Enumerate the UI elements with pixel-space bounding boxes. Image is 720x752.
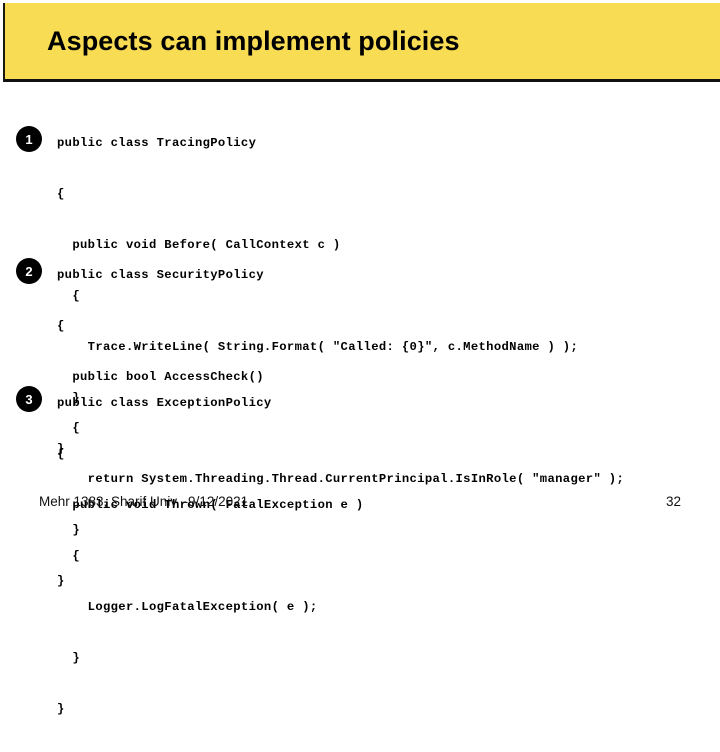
code-line: Logger.LogFatalException( e );: [57, 600, 318, 614]
code-line: public class TracingPolicy: [57, 136, 257, 150]
footer-attribution: Mehr 1383, Sharif Univ. -9/12/2021: [39, 494, 249, 509]
slide-number: 32: [665, 494, 681, 509]
slide-footer: Mehr 1383, Sharif Univ. -9/12/2021 32: [0, 494, 720, 516]
step-badge-1: 1: [16, 126, 42, 152]
page-title: Aspects can implement policies: [47, 25, 460, 56]
code-line: {: [57, 319, 65, 333]
code-line: {: [57, 549, 80, 563]
code-line: {: [57, 187, 65, 201]
step-badge-3: 3: [16, 386, 42, 412]
code-line: public class ExceptionPolicy: [57, 396, 272, 410]
code-listing-area: 1 public class TracingPolicy { public vo…: [0, 84, 720, 716]
code-line: }: [57, 702, 65, 716]
code-line: {: [57, 447, 65, 461]
code-lines-3: public class ExceptionPolicy { public vo…: [57, 361, 364, 752]
title-banner: Aspects can implement policies: [3, 3, 720, 82]
code-line: }: [57, 651, 80, 665]
step-badge-2: 2: [16, 258, 42, 284]
code-line: public class SecurityPolicy: [57, 268, 264, 282]
